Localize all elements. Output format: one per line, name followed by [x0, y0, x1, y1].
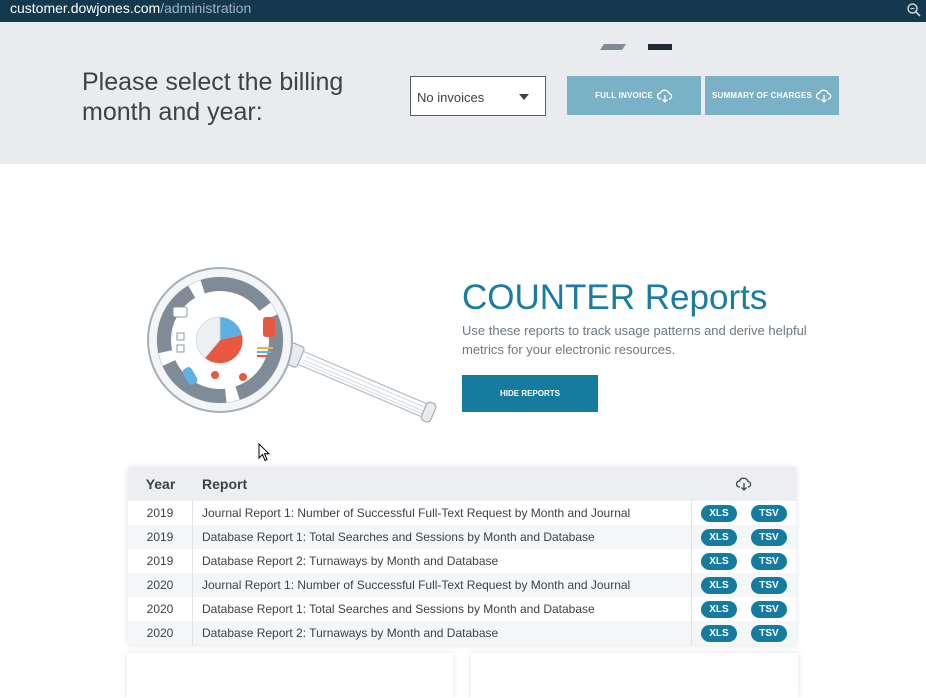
cell-download: XLS TSV [691, 621, 796, 645]
column-header-report: Report [202, 476, 248, 492]
cloud-download-icon [656, 89, 673, 103]
bottom-card-left [127, 653, 453, 698]
full-invoice-button[interactable]: FULL INVOICE [567, 76, 701, 115]
cell-report: Journal Report 1: Number of Successful F… [202, 578, 631, 592]
cell-report: Database Report 1: Total Searches and Se… [202, 602, 595, 616]
cell-download: XLS TSV [691, 501, 796, 525]
table-body: 2019 Journal Report 1: Number of Success… [128, 501, 796, 645]
xls-download-button[interactable]: XLS [701, 504, 737, 522]
billing-section: Please select the billing month and year… [0, 22, 926, 164]
cloud-download-icon [735, 477, 751, 491]
zoom-icon[interactable] [906, 2, 922, 18]
column-header-year: Year [145, 476, 176, 492]
cell-download: XLS TSV [691, 525, 796, 549]
billing-prompt: Please select the billing month and year… [82, 68, 344, 126]
counter-reports-description: Use these reports to track usage pattern… [462, 323, 807, 357]
magnifier-illustration [147, 267, 437, 423]
address-bar[interactable]: customer.dowjones.com/administration [0, 0, 926, 22]
cell-report: Database Report 2: Turnaways by Month an… [202, 554, 499, 568]
cell-report: Journal Report 1: Number of Successful F… [202, 506, 631, 520]
column-header-download [691, 467, 796, 501]
full-invoice-label: FULL INVOICE [595, 91, 653, 100]
cell-year: 2020 [128, 573, 193, 597]
cell-download: XLS TSV [691, 573, 796, 597]
cell-year: 2020 [128, 621, 193, 645]
table-header: Year Report [128, 467, 796, 501]
xls-download-button[interactable]: XLS [701, 552, 737, 570]
cell-download: XLS TSV [691, 597, 796, 621]
decorative-shard [600, 44, 672, 50]
xls-download-button[interactable]: XLS [701, 600, 737, 618]
xls-download-button[interactable]: XLS [701, 528, 737, 546]
mouse-cursor-icon [258, 443, 270, 462]
summary-of-charges-button[interactable]: SUMMARY OF CHARGES [705, 76, 839, 115]
cell-year: 2019 [128, 525, 193, 549]
cell-year: 2019 [128, 549, 193, 573]
tsv-download-button[interactable]: TSV [751, 528, 787, 546]
table-row: 2020 Journal Report 1: Number of Success… [128, 573, 796, 597]
table-row: 2020 Database Report 2: Turnaways by Mon… [128, 621, 796, 645]
table-row: 2020 Database Report 1: Total Searches a… [128, 597, 796, 621]
summary-label: SUMMARY OF CHARGES [711, 91, 813, 100]
tsv-download-button[interactable]: TSV [751, 504, 787, 522]
xls-download-button[interactable]: XLS [701, 576, 737, 594]
chevron-down-icon [519, 94, 529, 100]
counter-reports-table: Year Report 2019 Journal Report 1: Numbe… [128, 467, 796, 645]
tsv-download-button[interactable]: TSV [751, 600, 787, 618]
table-row: 2019 Database Report 2: Turnaways by Mon… [128, 549, 796, 573]
tsv-download-button[interactable]: TSV [751, 576, 787, 594]
tsv-download-button[interactable]: TSV [751, 624, 787, 642]
table-row: 2019 Journal Report 1: Number of Success… [128, 501, 796, 525]
cell-year: 2019 [128, 501, 193, 525]
cell-report: Database Report 2: Turnaways by Month an… [202, 626, 499, 640]
cell-report: Database Report 1: Total Searches and Se… [202, 530, 595, 544]
cell-download: XLS TSV [691, 549, 796, 573]
cloud-download-icon [816, 89, 832, 103]
counter-reports-title: COUNTER Reports [462, 278, 768, 317]
billing-select-value: No invoices [417, 90, 485, 105]
tsv-download-button[interactable]: TSV [751, 552, 787, 570]
xls-download-button[interactable]: XLS [701, 624, 737, 642]
url-host: customer.dowjones.com [10, 0, 161, 16]
cell-year: 2020 [128, 597, 193, 621]
hide-reports-button[interactable]: HIDE REPORTS [462, 375, 598, 412]
billing-month-select[interactable]: No invoices [410, 76, 546, 116]
bottom-card-right [471, 653, 798, 698]
url-path: /administration [160, 0, 252, 16]
table-row: 2019 Database Report 1: Total Searches a… [128, 525, 796, 549]
